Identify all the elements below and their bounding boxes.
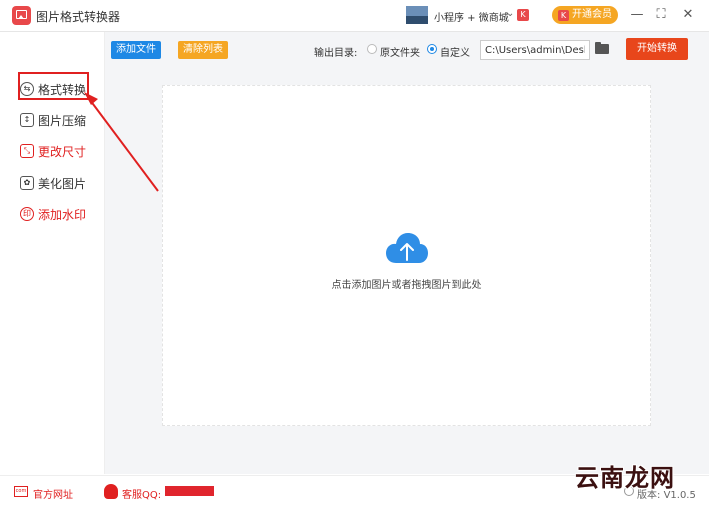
watermark-text: 云南龙网: [575, 464, 675, 492]
output-dir-label: 输出目录:: [314, 48, 358, 59]
vip-label: 开通会员: [572, 9, 612, 20]
sidebar-item-beautify[interactable]: ✿ 美化图片: [20, 173, 86, 193]
sidebar-item-label: 图片压缩: [38, 113, 87, 128]
minimize-icon[interactable]: —: [628, 6, 646, 24]
chevron-down-icon[interactable]: ⌄: [506, 8, 514, 19]
clear-list-button[interactable]: 清除列表: [178, 41, 228, 59]
mini-program-label[interactable]: 小程序 + 微商城: [434, 9, 509, 24]
start-convert-button[interactable]: 开始转换: [626, 38, 688, 60]
beautify-icon: ✿: [20, 176, 34, 190]
support-qq-label[interactable]: 客服QQ:: [122, 486, 161, 501]
qq-icon[interactable]: [104, 484, 118, 499]
resize-icon: ⤡: [20, 144, 34, 158]
radio-custom-label[interactable]: 自定义: [440, 44, 470, 59]
sidebar-item-resize[interactable]: ⤡ 更改尺寸: [20, 141, 86, 161]
brand-k-icon: K: [517, 9, 529, 21]
radio-original-folder-label[interactable]: 原文件夹: [380, 44, 420, 59]
sidebar-item-compress[interactable]: ↕ 图片压缩: [20, 110, 86, 130]
title-bar: 图片格式转换器 小程序 + 微商城 ⌄ K K 开通会员 — ⛶ ✕: [0, 0, 709, 32]
app-logo-icon: [12, 6, 31, 25]
output-path-input[interactable]: [480, 40, 590, 60]
sidebar-item-label: 添加水印: [38, 207, 87, 222]
vip-button[interactable]: K 开通会员: [552, 6, 618, 24]
website-icon[interactable]: com: [14, 486, 28, 497]
add-file-button[interactable]: 添加文件: [111, 41, 161, 59]
close-icon[interactable]: ✕: [679, 6, 697, 24]
upload-cloud-icon: [386, 233, 428, 263]
radio-original-folder[interactable]: [367, 44, 377, 54]
website-link[interactable]: 官方网址: [33, 486, 73, 501]
highlight-box: [18, 72, 89, 100]
radio-custom[interactable]: [427, 44, 437, 54]
sidebar-item-label: 美化图片: [38, 176, 87, 191]
drop-zone[interactable]: 点击添加图片或者拖拽图片到此处: [162, 85, 651, 426]
compress-icon: ↕: [20, 113, 34, 127]
watermark-icon: 印: [20, 207, 34, 221]
sidebar-item-watermark[interactable]: 印 添加水印: [20, 204, 86, 224]
app-title: 图片格式转换器: [36, 10, 121, 24]
redacted-qq-number: [165, 486, 214, 496]
folder-icon[interactable]: [595, 42, 609, 54]
toolbar: 添加文件 清除列表 输出目录: 原文件夹 自定义 开始转换: [105, 32, 709, 70]
maximize-icon[interactable]: ⛶: [652, 6, 670, 24]
sidebar-item-label: 更改尺寸: [38, 144, 87, 159]
brand-k-icon: K: [558, 10, 569, 21]
main-panel: 添加文件 清除列表 输出目录: 原文件夹 自定义 开始转换 点击添加图片或者拖拽…: [105, 32, 709, 474]
mini-program-thumbnail[interactable]: [406, 6, 428, 24]
drop-hint-text: 点击添加图片或者拖拽图片到此处: [331, 280, 482, 291]
